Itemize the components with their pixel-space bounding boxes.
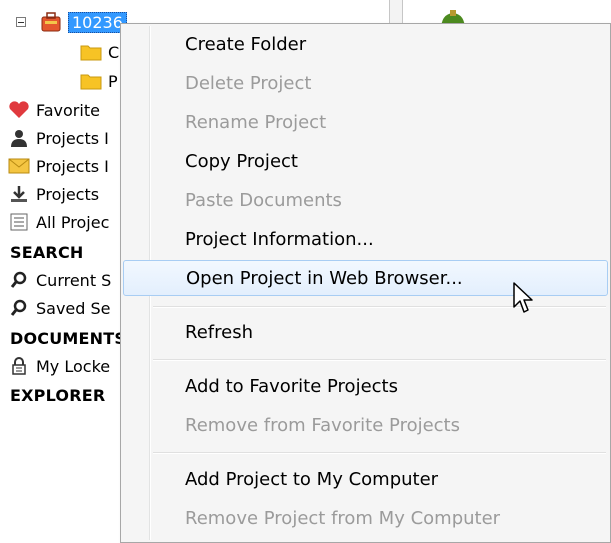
- search-icon: [8, 297, 30, 319]
- tree-child-folder[interactable]: C: [80, 38, 119, 66]
- tree-item-label: Current S: [36, 270, 112, 290]
- project-briefcase-icon: [40, 11, 62, 33]
- menu-item-add-to-my-computer[interactable]: Add Project to My Computer: [123, 461, 608, 497]
- menu-item-remove-favorite[interactable]: Remove from Favorite Projects: [123, 407, 608, 443]
- tree-child-folder[interactable]: P: [80, 67, 118, 95]
- tree-child-label: P: [108, 71, 118, 91]
- tree-root-node[interactable]: 10236: [40, 8, 127, 36]
- section-explorer-header: EXPLORER: [10, 385, 106, 405]
- collapse-toggle[interactable]: [16, 17, 26, 27]
- tree-item-my-locker[interactable]: My Locke: [8, 352, 110, 380]
- tree-item-all-projects[interactable]: All Projec: [8, 208, 109, 236]
- menu-item-project-information[interactable]: Project Information...: [123, 221, 608, 257]
- folder-icon: [80, 70, 102, 92]
- section-documents-header: DOCUMENTS: [10, 328, 127, 348]
- tree-child-label: C: [108, 42, 120, 62]
- tree-item-projects-2[interactable]: Projects I: [8, 152, 109, 180]
- lock-icon: [8, 355, 30, 377]
- menu-item-create-folder[interactable]: Create Folder: [123, 26, 608, 62]
- tree-item-projects-1[interactable]: Projects I: [8, 124, 109, 152]
- menu-separator: [153, 306, 606, 308]
- tree-item-label: Favorite: [36, 100, 100, 120]
- menu-item-refresh[interactable]: Refresh: [123, 314, 608, 350]
- list-icon: [8, 211, 30, 233]
- menu-item-delete-project[interactable]: Delete Project: [123, 65, 608, 101]
- heart-icon: [8, 99, 30, 121]
- section-search-header: SEARCH: [10, 242, 84, 262]
- tree-item-label: Projects I: [36, 156, 109, 176]
- menu-item-paste-documents[interactable]: Paste Documents: [123, 182, 608, 218]
- menu-item-add-favorite[interactable]: Add to Favorite Projects: [123, 368, 608, 404]
- folder-icon: [80, 41, 102, 63]
- envelope-icon: [8, 155, 30, 177]
- tree-root-label: 10236: [68, 11, 127, 33]
- tree-item-label: All Projec: [36, 212, 110, 232]
- download-icon: [8, 183, 30, 205]
- tree-item-saved-searches[interactable]: Saved Se: [8, 294, 111, 322]
- context-menu: Create Folder Delete Project Rename Proj…: [120, 23, 611, 543]
- tree-item-label: Projects: [36, 184, 100, 204]
- tree-item-label: Saved Se: [36, 298, 111, 318]
- tree-item-projects-3[interactable]: Projects: [8, 180, 99, 208]
- menu-separator: [153, 359, 606, 361]
- mouse-pointer-icon: [512, 281, 536, 315]
- person-icon: [8, 127, 30, 149]
- menu-item-rename-project[interactable]: Rename Project: [123, 104, 608, 140]
- menu-item-copy-project[interactable]: Copy Project: [123, 143, 608, 179]
- tree-item-label: Projects I: [36, 128, 109, 148]
- tree-item-current-search[interactable]: Current S: [8, 266, 111, 294]
- tree-item-favorites[interactable]: Favorite: [8, 96, 100, 124]
- menu-separator: [153, 452, 606, 454]
- tree-item-label: My Locke: [36, 356, 111, 376]
- menu-item-remove-from-my-computer[interactable]: Remove Project from My Computer: [123, 500, 608, 536]
- search-icon: [8, 269, 30, 291]
